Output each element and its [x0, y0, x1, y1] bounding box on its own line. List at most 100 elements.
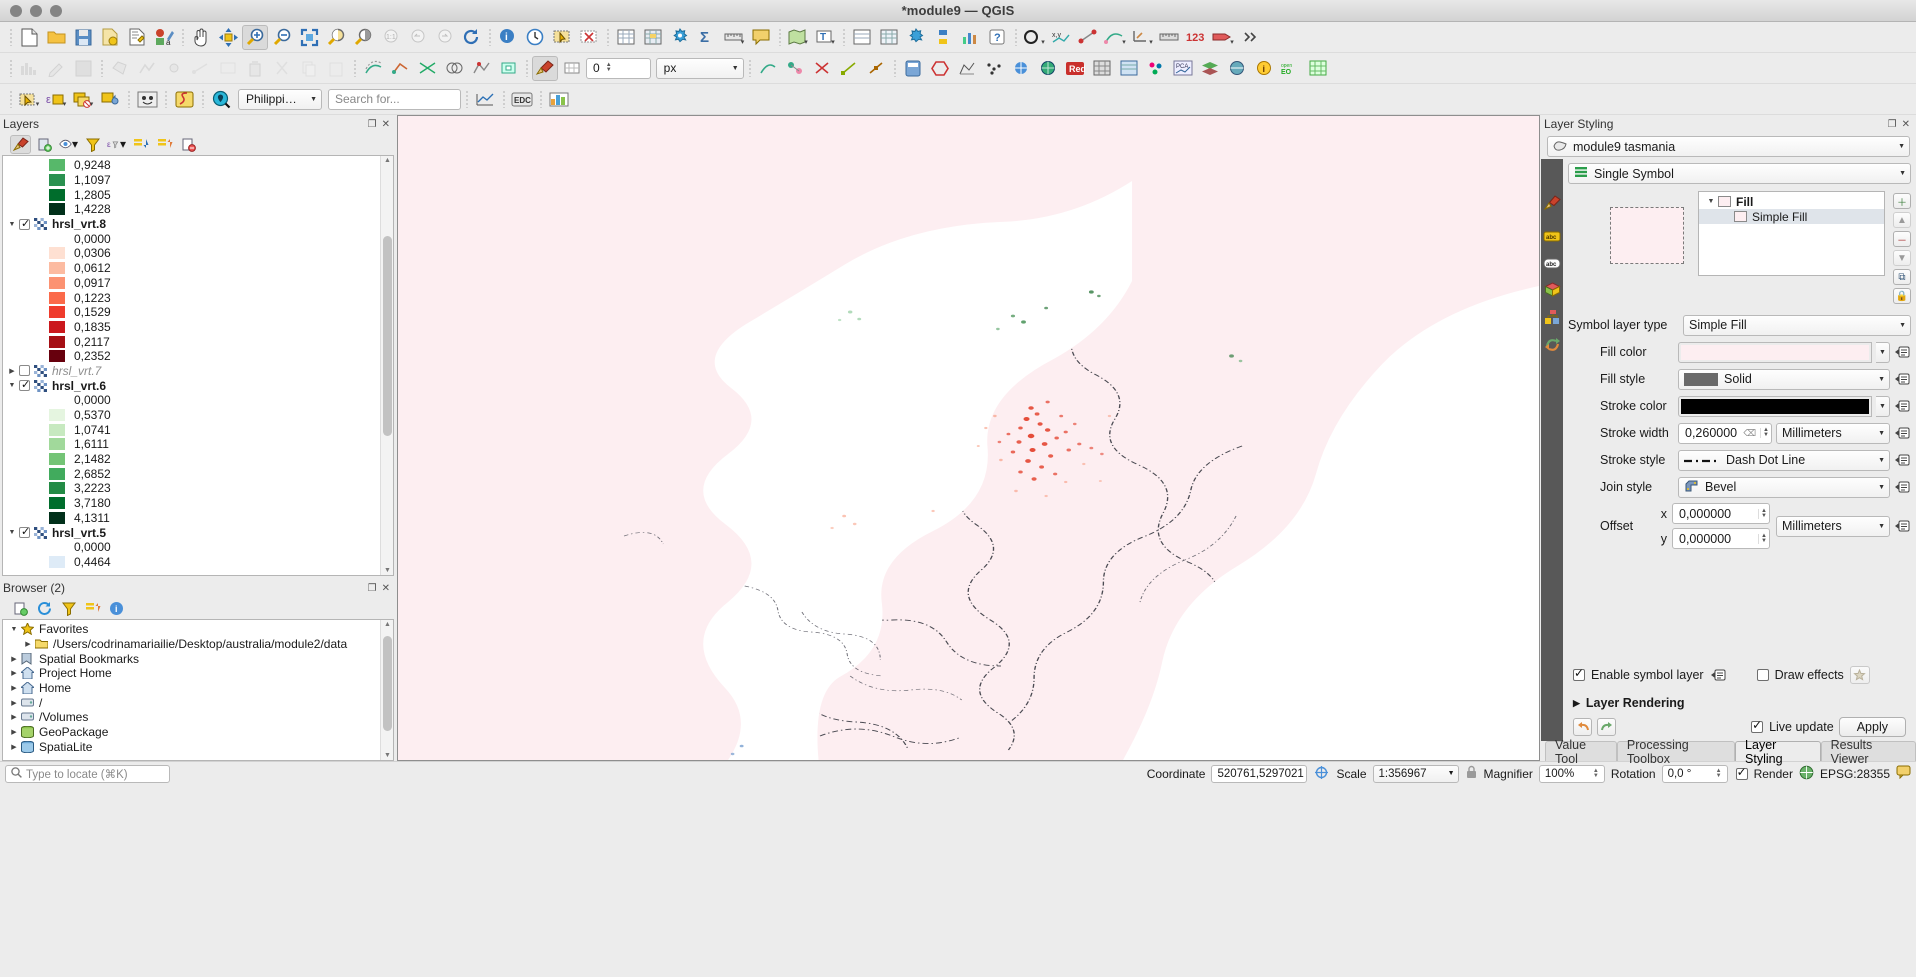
manage-map-themes-icon[interactable]: ▾ [58, 135, 79, 154]
toolbar2-handle-6[interactable] [890, 57, 899, 79]
save-project-icon[interactable] [70, 25, 96, 50]
show-map-tips-icon[interactable] [748, 25, 774, 50]
expand-triangle-icon[interactable]: ▶ [7, 669, 21, 677]
satellite-icon[interactable] [1035, 56, 1061, 81]
snapping-units-combo[interactable]: px ▼ [655, 57, 744, 79]
expand-all-icon[interactable] [130, 135, 151, 154]
browser-tree-item[interactable]: ▶ GeoPackage [3, 725, 393, 740]
expand-triangle-icon[interactable]: ▶ [7, 728, 21, 736]
text-annotation-icon[interactable]: T ▾ [812, 25, 838, 50]
paste-features-icon[interactable] [323, 56, 349, 81]
reshape-features-icon[interactable] [387, 56, 413, 81]
open-project-icon[interactable] [43, 25, 69, 50]
browser-panel-close-button[interactable]: ✕ [382, 583, 390, 594]
record-circle-icon[interactable]: ▾ [1021, 25, 1047, 50]
snapping-grid-icon[interactable] [559, 56, 585, 81]
enable-symbol-layer-checkbox[interactable]: Enable symbol layer [1573, 666, 1727, 684]
toolbar2-handle-2[interactable] [97, 57, 106, 79]
simplify-feature-icon[interactable] [468, 56, 494, 81]
snapping-icon[interactable]: ▾ [1129, 25, 1155, 50]
layer-visibility-checkbox[interactable] [19, 525, 30, 539]
style-manager-icon[interactable]: a [151, 25, 177, 50]
processing-toolbox-icon[interactable] [667, 25, 693, 50]
offset-units-combo[interactable]: Millimeters ▼ [1776, 515, 1890, 537]
redo-button[interactable] [1597, 718, 1616, 736]
magnifier-stepper[interactable]: ▲ ▼ [1593, 768, 1599, 779]
modify-attributes-icon[interactable] [215, 56, 241, 81]
toggle-editing-icon[interactable] [43, 56, 69, 81]
ruler-icon[interactable] [1156, 25, 1182, 50]
copy-features-icon[interactable] [296, 56, 322, 81]
toolbar3-handle-7[interactable] [536, 88, 545, 110]
history-tab-icon[interactable] [1543, 336, 1561, 352]
browser-tree-item[interactable]: ▶ Home [3, 681, 393, 696]
mesh-icon[interactable] [954, 56, 980, 81]
georeferencer-icon[interactable] [1008, 56, 1034, 81]
render-checkbox[interactable] [1735, 765, 1748, 780]
temporal-controller-icon[interactable] [522, 25, 548, 50]
layer-tree-item[interactable]: ▼ hrsl_vrt.5 [3, 525, 393, 540]
grid-view-icon[interactable] [876, 25, 902, 50]
pan-to-selection-icon[interactable] [215, 25, 241, 50]
stroke-width-input[interactable]: 0,260000 ⌫ ▲ ▼ [1678, 422, 1772, 444]
stroke-color-button[interactable] [1678, 395, 1872, 417]
select-features-icon[interactable] [549, 25, 575, 50]
layer-styling-tabstrip[interactable]: abc abc [1541, 159, 1563, 741]
avoid-overlap-icon[interactable] [809, 56, 835, 81]
labels-tab-icon[interactable]: abc [1543, 228, 1561, 244]
layer-stack-plugin-icon[interactable] [1197, 56, 1223, 81]
fill-color-data-defined-override-icon[interactable] [1894, 344, 1911, 361]
toolbar2-handle[interactable] [6, 57, 15, 79]
zoom-next-icon[interactable] [431, 25, 457, 50]
zoom-native-resolution-icon[interactable]: 1:1 [377, 25, 403, 50]
new-print-layout-icon[interactable] [124, 25, 150, 50]
zoom-to-layer-icon[interactable] [350, 25, 376, 50]
dock-tab-value-tool[interactable]: Value Tool [1545, 738, 1617, 766]
zoom-out-icon[interactable] [269, 25, 295, 50]
fill-color-button[interactable] [1678, 341, 1872, 363]
scroll-down-icon[interactable]: ▼ [384, 567, 391, 574]
draw-effects-checkbox-box[interactable] [1756, 669, 1769, 681]
layer-tree-item[interactable]: ▶ hrsl_vrt.7 [3, 364, 393, 379]
expand-triangle-icon[interactable]: ▼ [1704, 198, 1718, 205]
browser-scrollbar[interactable]: ▲ ▼ [380, 620, 393, 760]
browser-tree-item[interactable]: ▶ /Volumes [3, 710, 393, 725]
symbol-tree-item[interactable]: ▼ Fill [1699, 194, 1884, 209]
cut-features-icon[interactable] [269, 56, 295, 81]
save-layer-edits-icon[interactable] [70, 56, 96, 81]
add-selected-layers-icon[interactable] [10, 599, 31, 618]
join-style-combo[interactable]: Bevel ▼ [1678, 476, 1890, 498]
toolbar-handle-2[interactable] [178, 26, 187, 48]
select-polygon-icon[interactable] [97, 87, 123, 112]
grid-plugin-icon[interactable] [1089, 56, 1115, 81]
topological-editing-icon[interactable] [782, 56, 808, 81]
locator-search-box[interactable]: Type to locate (⌘K) [5, 764, 170, 783]
offset-y-input[interactable]: 0,000000 ▲ ▼ [1672, 528, 1770, 549]
browser-panel-float-button[interactable]: ❐ [368, 583, 377, 594]
layer-visibility-checkbox[interactable] [19, 365, 30, 377]
offset-y-stepper[interactable]: ▲ ▼ [1758, 533, 1767, 544]
live-update-checkbox-box[interactable] [1751, 718, 1764, 733]
chart-icon[interactable] [957, 25, 983, 50]
collapse-all-browser-icon[interactable] [82, 599, 103, 618]
stroke-width-stepper[interactable]: ▲ ▼ [1760, 427, 1769, 438]
stroke-style-combo[interactable]: Dash Dot Line ▼ [1678, 449, 1890, 471]
toolbar3-handle-2[interactable] [124, 88, 133, 110]
lock-symbol-layer-button[interactable]: 🔒 [1893, 288, 1911, 304]
hexagon-grid-icon[interactable] [927, 56, 953, 81]
expand-triangle-icon[interactable]: ▶ [7, 699, 21, 707]
snap-end-icon[interactable] [836, 56, 862, 81]
split-features-icon[interactable] [414, 56, 440, 81]
draw-effects-settings-icon[interactable] [1849, 666, 1870, 684]
layer-selector-combo[interactable]: module9 tasmania ▼ [1547, 136, 1910, 157]
toolbar-handle-5[interactable] [775, 26, 784, 48]
toolbar3-handle[interactable] [6, 88, 15, 110]
open-layer-styling-panel-icon[interactable] [10, 134, 31, 154]
refresh-browser-icon[interactable] [34, 599, 55, 618]
apply-button[interactable]: Apply [1838, 717, 1906, 737]
theatre-mask-icon[interactable] [134, 87, 160, 112]
move-symbol-layer-down-button[interactable]: ▼ [1893, 250, 1911, 266]
browser-tree-item[interactable]: ▶ / [3, 695, 393, 710]
new-map-view-icon[interactable]: ▾ [785, 25, 811, 50]
save-project-as-icon[interactable] [97, 25, 123, 50]
